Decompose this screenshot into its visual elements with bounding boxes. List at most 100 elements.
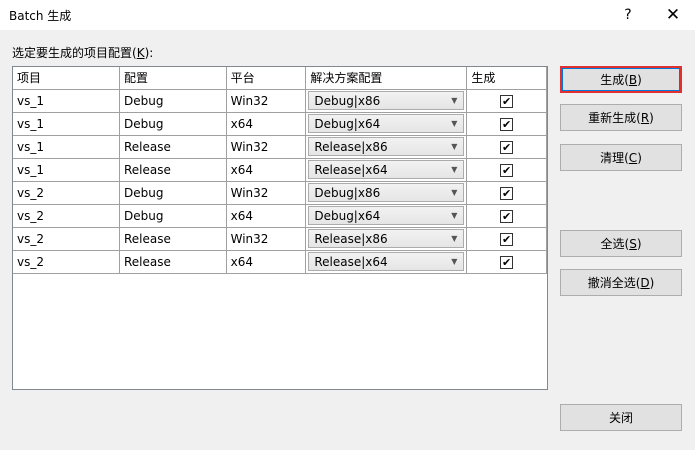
chevron-down-icon: ▼ — [451, 142, 458, 151]
build-checkbox[interactable]: ✔ — [500, 140, 514, 154]
project-config-grid[interactable]: 项目 配置 平台 解决方案配置 生成 vs_1 Debug Win32 Debug|x… — [12, 66, 548, 390]
cell-solution-configuration: Debug|x64 ▼ — [305, 112, 468, 136]
cell-platform: Win32 — [226, 181, 307, 205]
cell-configuration: Release — [119, 250, 227, 274]
cell-solution-configuration: Release|x86 ▼ — [305, 227, 468, 251]
cell-platform: Win32 — [226, 227, 307, 251]
cell-configuration: Release — [119, 135, 227, 159]
check-icon: ✔ — [502, 186, 512, 200]
solution-config-dropdown[interactable]: Release|x64 ▼ — [308, 252, 465, 271]
header-solution-configuration[interactable]: 解决方案配置 — [305, 67, 468, 90]
solution-config-dropdown[interactable]: Debug|x86 ▼ — [308, 91, 465, 110]
check-icon: ✔ — [502, 163, 512, 177]
cell-project: vs_1 — [13, 112, 120, 136]
cell-platform: Win32 — [226, 89, 307, 113]
chevron-down-icon: ▼ — [451, 119, 458, 128]
cell-build: ✔ — [466, 135, 547, 159]
dropdown-value: Release|x86 — [314, 231, 388, 246]
clean-button[interactable]: 清理(C) — [560, 144, 682, 171]
cell-project: vs_2 — [13, 204, 120, 228]
chevron-down-icon: ▼ — [451, 257, 458, 266]
header-configuration[interactable]: 配置 — [119, 67, 227, 90]
check-icon: ✔ — [502, 255, 512, 269]
build-checkbox[interactable]: ✔ — [500, 163, 514, 177]
cell-configuration: Release — [119, 227, 227, 251]
cell-configuration: Debug — [119, 204, 227, 228]
table-row[interactable]: vs_1 Debug x64 Debug|x64 ▼ ✔ — [13, 112, 547, 136]
build-button[interactable]: 生成(B) — [560, 66, 682, 93]
check-icon: ✔ — [502, 94, 512, 108]
cell-configuration: Release — [119, 158, 227, 182]
build-checkbox[interactable]: ✔ — [500, 117, 514, 131]
chevron-down-icon: ▼ — [451, 96, 458, 105]
cell-configuration: Debug — [119, 181, 227, 205]
cell-project: vs_2 — [13, 227, 120, 251]
table-row[interactable]: vs_1 Release x64 Release|x64 ▼ ✔ — [13, 158, 547, 182]
cell-platform: x64 — [226, 112, 307, 136]
check-icon: ✔ — [502, 140, 512, 154]
help-button[interactable]: ? — [606, 0, 650, 30]
table-row[interactable]: vs_2 Release Win32 Release|x86 ▼ ✔ — [13, 227, 547, 251]
table-row[interactable]: vs_1 Debug Win32 Debug|x86 ▼ ✔ — [13, 89, 547, 113]
table-row[interactable]: vs_2 Debug x64 Debug|x64 ▼ ✔ — [13, 204, 547, 228]
window-title: Batch 生成 — [9, 9, 72, 23]
cell-build: ✔ — [466, 250, 547, 274]
cell-solution-configuration: Debug|x64 ▼ — [305, 204, 468, 228]
cell-solution-configuration: Release|x64 ▼ — [305, 158, 468, 182]
cell-project: vs_2 — [13, 181, 120, 205]
header-build[interactable]: 生成 — [466, 67, 547, 90]
close-button[interactable]: 关闭 — [560, 404, 682, 431]
cell-build: ✔ — [466, 204, 547, 228]
dropdown-value: Debug|x86 — [314, 93, 381, 108]
build-checkbox[interactable]: ✔ — [500, 186, 514, 200]
solution-config-dropdown[interactable]: Release|x64 ▼ — [308, 160, 465, 179]
solution-config-dropdown[interactable]: Debug|x64 ▼ — [308, 206, 465, 225]
config-table: 项目 配置 平台 解决方案配置 生成 vs_1 Debug Win32 Debug|x… — [13, 67, 547, 274]
check-icon: ✔ — [502, 209, 512, 223]
deselect-all-button[interactable]: 撤消全选(D) — [560, 269, 682, 296]
table-row[interactable]: vs_2 Release x64 Release|x64 ▼ ✔ — [13, 250, 547, 274]
close-window-button[interactable]: ✕ — [651, 0, 695, 30]
dropdown-value: Release|x64 — [314, 162, 388, 177]
cell-build: ✔ — [466, 227, 547, 251]
solution-config-dropdown[interactable]: Debug|x86 ▼ — [308, 183, 465, 202]
cell-build: ✔ — [466, 112, 547, 136]
cell-project: vs_1 — [13, 158, 120, 182]
cell-configuration: Debug — [119, 89, 227, 113]
header-project[interactable]: 项目 — [13, 67, 120, 90]
check-icon: ✔ — [502, 232, 512, 246]
dropdown-value: Debug|x64 — [314, 116, 381, 131]
cell-project: vs_1 — [13, 135, 120, 159]
cell-configuration: Debug — [119, 112, 227, 136]
cell-solution-configuration: Debug|x86 ▼ — [305, 181, 468, 205]
solution-config-dropdown[interactable]: Debug|x64 ▼ — [308, 114, 465, 133]
dropdown-value: Release|x64 — [314, 254, 388, 269]
cell-project: vs_1 — [13, 89, 120, 113]
build-checkbox[interactable]: ✔ — [500, 255, 514, 269]
dropdown-value: Release|x86 — [314, 139, 388, 154]
dropdown-value: Debug|x64 — [314, 208, 381, 223]
build-checkbox[interactable]: ✔ — [500, 94, 514, 108]
cell-platform: x64 — [226, 204, 307, 228]
rebuild-button[interactable]: 重新生成(R) — [560, 104, 682, 131]
cell-solution-configuration: Debug|x86 ▼ — [305, 89, 468, 113]
cell-platform: x64 — [226, 250, 307, 274]
cell-project: vs_2 — [13, 250, 120, 274]
build-checkbox[interactable]: ✔ — [500, 209, 514, 223]
table-row[interactable]: vs_2 Debug Win32 Debug|x86 ▼ ✔ — [13, 181, 547, 205]
header-platform[interactable]: 平台 — [226, 67, 307, 90]
build-checkbox[interactable]: ✔ — [500, 232, 514, 246]
title-bar: Batch 生成 ? ✕ — [0, 0, 695, 30]
selection-prompt: 选定要生成的项目配置(K): — [12, 46, 154, 60]
select-all-button[interactable]: 全选(S) — [560, 230, 682, 257]
chevron-down-icon: ▼ — [451, 211, 458, 220]
solution-config-dropdown[interactable]: Release|x86 ▼ — [308, 137, 465, 156]
chevron-down-icon: ▼ — [451, 188, 458, 197]
cell-platform: Win32 — [226, 135, 307, 159]
chevron-down-icon: ▼ — [451, 165, 458, 174]
chevron-down-icon: ▼ — [451, 234, 458, 243]
table-header-row: 项目 配置 平台 解决方案配置 生成 — [13, 67, 547, 90]
table-row[interactable]: vs_1 Release Win32 Release|x86 ▼ ✔ — [13, 135, 547, 159]
cell-solution-configuration: Release|x64 ▼ — [305, 250, 468, 274]
solution-config-dropdown[interactable]: Release|x86 ▼ — [308, 229, 465, 248]
